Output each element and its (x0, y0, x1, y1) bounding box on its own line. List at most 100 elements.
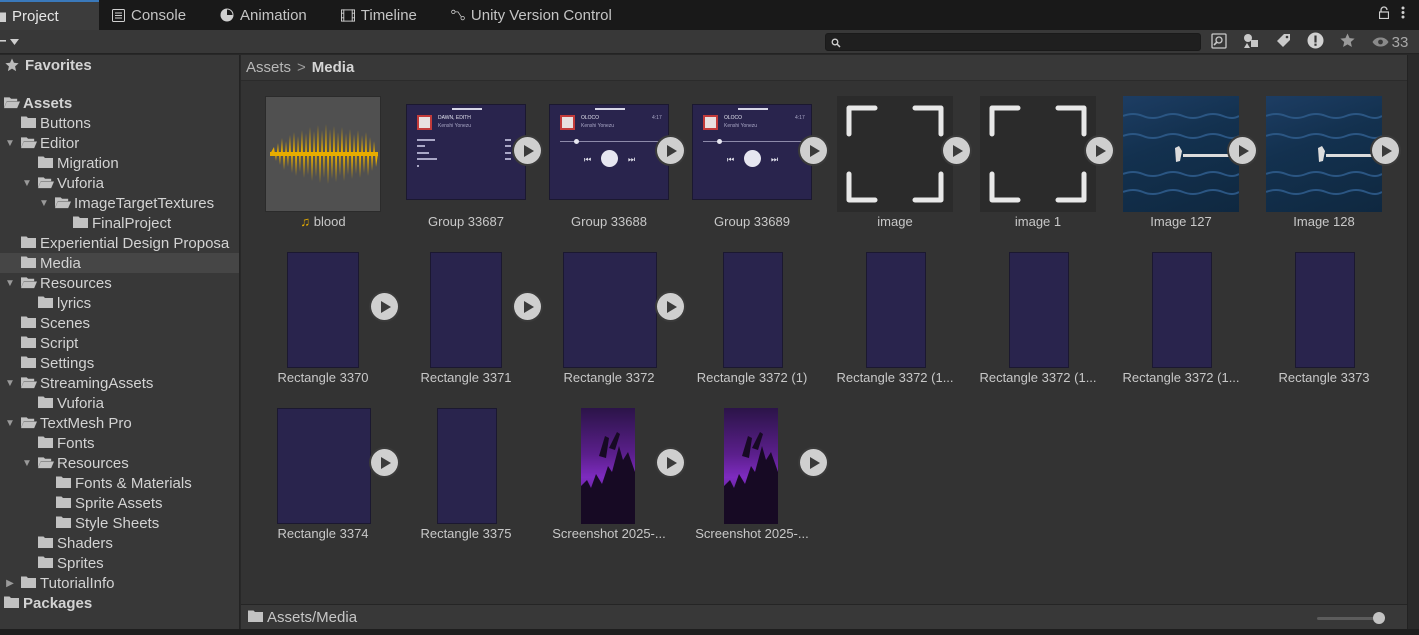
asset-tile[interactable]: Rectangle 3372 (1... (1111, 250, 1251, 400)
favorites-section[interactable]: Favorites (0, 55, 239, 75)
tree-item-experiential-design[interactable]: Experiential Design Proposa (0, 233, 239, 253)
play-button[interactable] (514, 293, 541, 320)
tree-item-sprites[interactable]: Sprites (0, 553, 239, 573)
tree-item-vuforia-2[interactable]: Vuforia (0, 393, 239, 413)
chevron-down-icon[interactable]: ▼ (21, 457, 33, 469)
tab-animation[interactable]: Animation (208, 0, 329, 30)
asset-tile[interactable]: Rectangle 3372 (1... (825, 250, 965, 400)
play-button[interactable] (657, 449, 684, 476)
asset-tile[interactable]: OLOCO Kenshi Yonezu 4:17 ⏮ ⏭ Group 33688 (539, 94, 684, 244)
tree-label: Shaders (57, 534, 113, 552)
chevron-down-icon[interactable]: ▼ (4, 417, 16, 429)
tree-item-media[interactable]: Media (0, 253, 239, 273)
asset-tile[interactable]: image (825, 94, 970, 244)
breadcrumb-media[interactable]: Media (312, 59, 355, 76)
asset-tile[interactable]: Rectangle 3370 (253, 250, 398, 400)
asset-tile[interactable]: Image 127 (1111, 94, 1256, 244)
play-button[interactable] (1229, 137, 1256, 164)
tree-label: Packages (23, 594, 93, 612)
play-button[interactable] (371, 449, 398, 476)
filter-by-label-button[interactable] (1267, 32, 1299, 52)
icon-size-slider[interactable] (1317, 617, 1379, 620)
asset-tile[interactable]: Rectangle 3371 (396, 250, 541, 400)
tree-item-shaders[interactable]: Shaders (0, 533, 239, 553)
asset-tile[interactable]: DAWN, EDITH Kenshi Yonezu Group 33687 (396, 94, 541, 244)
folder-open-icon (4, 96, 20, 110)
bottom-strip (0, 629, 1419, 635)
chevron-right-icon[interactable]: ▶ (4, 577, 16, 589)
play-button[interactable] (1086, 137, 1113, 164)
asset-tile[interactable]: Screenshot 2025-... (682, 406, 827, 556)
tree-item-resources[interactable]: ▼ Resources (0, 273, 239, 293)
play-button[interactable] (657, 293, 684, 320)
lock-icon[interactable] (1378, 6, 1390, 22)
play-button[interactable] (371, 293, 398, 320)
tree-item-fonts-materials[interactable]: Fonts & Materials (0, 473, 239, 493)
tree-item-fonts[interactable]: Fonts (0, 433, 239, 453)
assets-root[interactable]: Assets (0, 93, 239, 113)
console-icon (111, 8, 125, 22)
slider-handle[interactable] (1373, 612, 1385, 624)
favorites-filter-button[interactable] (1331, 32, 1363, 52)
chevron-down-icon[interactable]: ▼ (21, 177, 33, 189)
breadcrumb-assets[interactable]: Assets (246, 59, 291, 76)
tab-console[interactable]: Console (99, 0, 208, 30)
tree-item-resources-2[interactable]: ▼ Resources (0, 453, 239, 473)
tree-item-migration[interactable]: Migration (0, 153, 239, 173)
asset-tile[interactable]: Screenshot 2025-... (539, 406, 684, 556)
packages-root[interactable]: Packages (0, 593, 239, 613)
asset-tile[interactable]: Rectangle 3372 (539, 250, 684, 400)
tree-item-editor[interactable]: ▼ Editor (0, 133, 239, 153)
tree-item-sprite-assets[interactable]: Sprite Assets (0, 493, 239, 513)
tree-item-style-sheets[interactable]: Style Sheets (0, 513, 239, 533)
hidden-packages-toggle[interactable]: 33 (1363, 34, 1417, 51)
chevron-down-icon[interactable]: ▼ (4, 137, 16, 149)
tree-item-streamingassets[interactable]: ▼ StreamingAssets (0, 373, 239, 393)
tree-item-textmesh-pro[interactable]: ▼ TextMesh Pro (0, 413, 239, 433)
folder-icon (38, 556, 54, 570)
search-by-type-button[interactable] (1203, 32, 1235, 52)
chevron-down-icon[interactable]: ▼ (4, 277, 16, 289)
play-button[interactable] (657, 137, 684, 164)
play-button[interactable] (800, 449, 827, 476)
asset-tile[interactable]: Image 128 (1254, 94, 1399, 244)
tree-item-vuforia[interactable]: ▼ Vuforia (0, 173, 239, 193)
tree-item-buttons[interactable]: Buttons (0, 113, 239, 133)
tree-label: Media (40, 254, 81, 272)
asset-tile[interactable]: OLOCO Kenshi Yonezu 4:17 ⏮ ⏭ Group 33689 (682, 94, 827, 244)
audio-waveform-thumbnail (265, 96, 381, 212)
tree-item-settings[interactable]: Settings (0, 353, 239, 373)
asset-tile[interactable]: Rectangle 3375 (396, 406, 536, 556)
more-options-icon[interactable] (1401, 6, 1405, 22)
tree-item-script[interactable]: Script (0, 333, 239, 353)
play-button[interactable] (514, 137, 541, 164)
folder-open-icon (21, 376, 37, 390)
asset-tile[interactable]: Rectangle 3374 (253, 406, 398, 556)
tree-item-tutorialinfo[interactable]: ▶ TutorialInfo (0, 573, 239, 593)
asset-tile[interactable]: Rectangle 3372 (1) (682, 250, 822, 400)
asset-tile[interactable]: Rectangle 3373 (1254, 250, 1394, 400)
tree-item-scenes[interactable]: Scenes (0, 313, 239, 333)
tab-timeline[interactable]: Timeline (329, 0, 439, 30)
play-button[interactable] (1372, 137, 1399, 164)
search-input[interactable] (825, 33, 1201, 51)
create-button[interactable] (0, 32, 22, 50)
folder-open-icon (21, 136, 37, 150)
asset-tile[interactable]: ♫ blood (253, 94, 393, 244)
tree-item-finalproject[interactable]: FinalProject (0, 213, 239, 233)
tab-project[interactable]: Project (0, 0, 99, 30)
play-button[interactable] (943, 137, 970, 164)
log-types-button[interactable] (1299, 32, 1331, 52)
tree-item-lyrics[interactable]: lyrics (0, 293, 239, 313)
window-edge-scrollbar[interactable] (1407, 55, 1419, 635)
filter-by-type-button[interactable] (1235, 32, 1267, 52)
current-path: Assets/Media (267, 609, 358, 626)
asset-tile[interactable]: image 1 (968, 94, 1113, 244)
tab-version-control[interactable]: Unity Version Control (439, 0, 634, 30)
chevron-down-icon[interactable]: ▼ (4, 377, 16, 389)
asset-label: Rectangle 3372 (1) (696, 370, 808, 385)
tree-item-imagetargettextures[interactable]: ▼ ImageTargetTextures (0, 193, 239, 213)
play-button[interactable] (800, 137, 827, 164)
asset-tile[interactable]: Rectangle 3372 (1... (968, 250, 1108, 400)
chevron-down-icon[interactable]: ▼ (38, 197, 50, 209)
